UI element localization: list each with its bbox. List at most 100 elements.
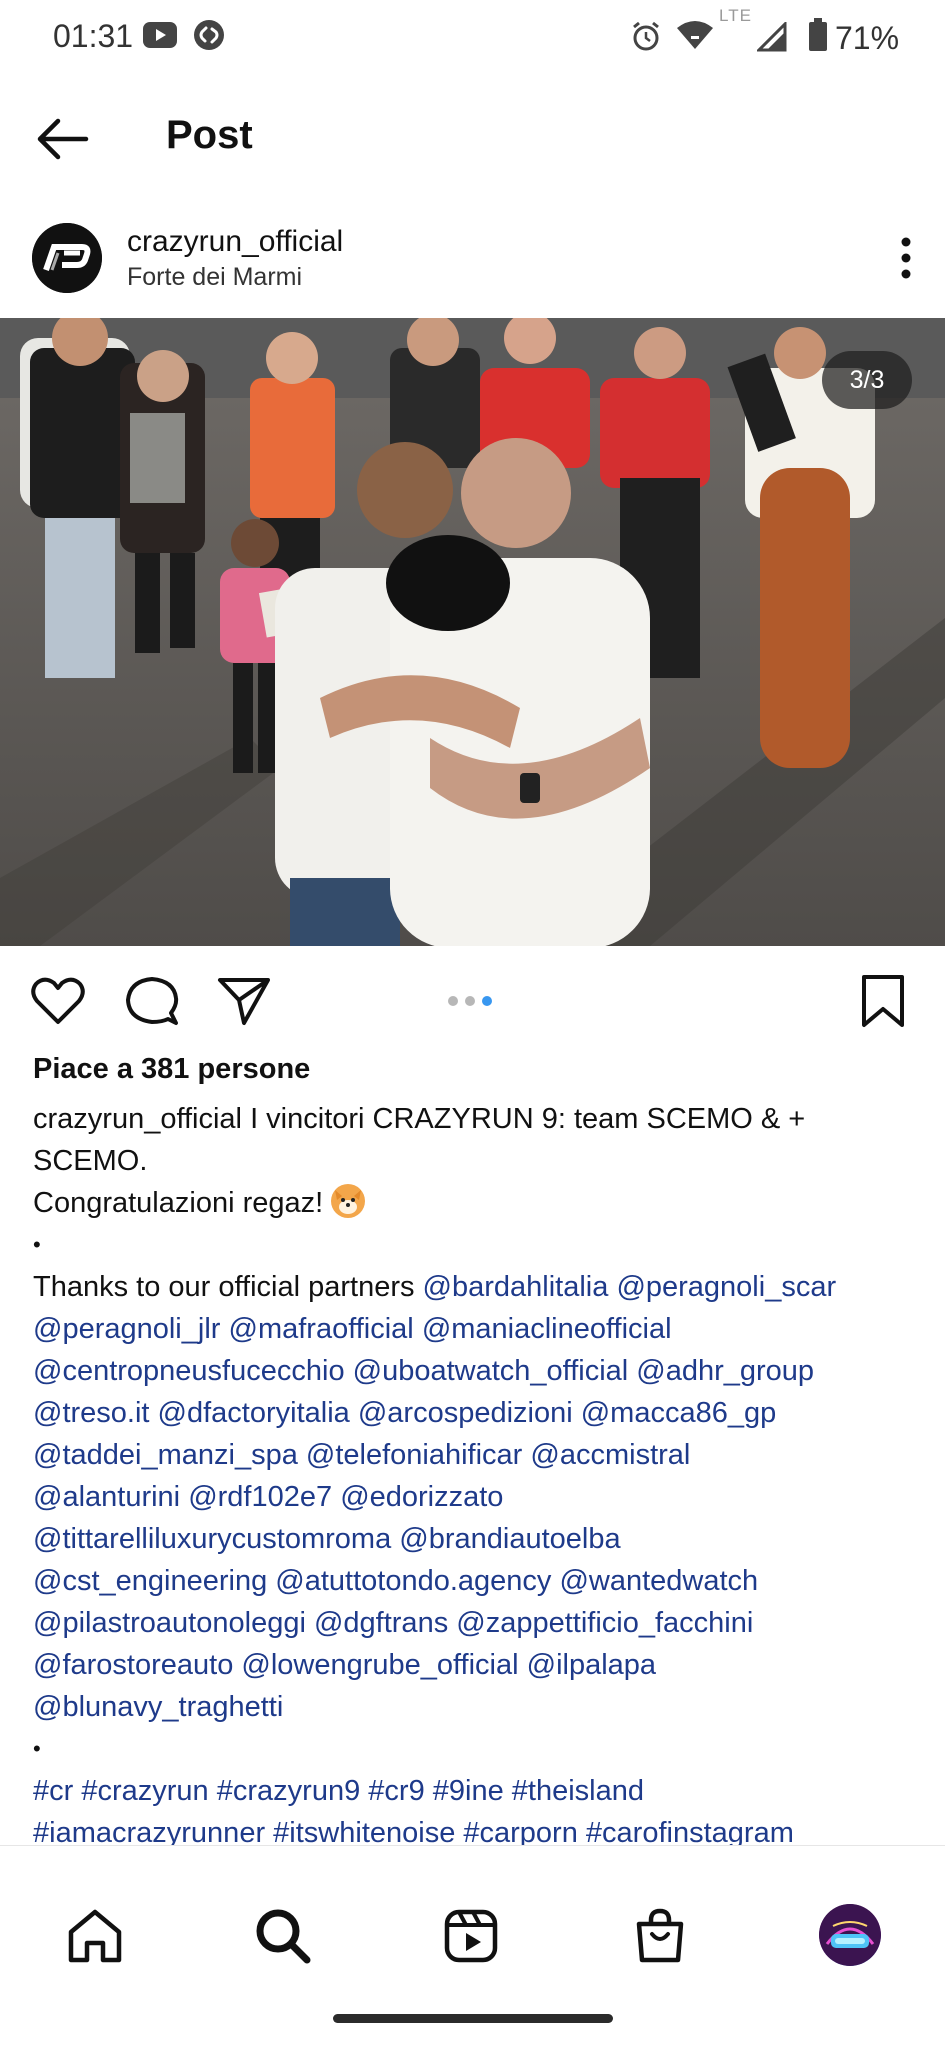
caption-bullet: • bbox=[33, 1232, 41, 1257]
mention-line: @tittarelliluxurycustomroma @brandiautoe… bbox=[33, 1518, 913, 1560]
mention-line: @taddei_manzi_spa @telefoniahificar @acc… bbox=[33, 1434, 913, 1476]
mention-line: @farostoreauto @lowengrube_official @ilp… bbox=[33, 1644, 913, 1686]
status-bar: 01:31 LTE 71% bbox=[0, 0, 945, 72]
mention-link[interactable]: @macca86_gp bbox=[581, 1397, 777, 1429]
mention-link[interactable]: @uboatwatch_official bbox=[353, 1355, 629, 1387]
post-caption: crazyrun_official I vincitori CRAZYRUN 9… bbox=[33, 1098, 913, 1896]
battery-icon bbox=[809, 18, 827, 51]
mention-link[interactable]: @dfactoryitalia bbox=[158, 1397, 350, 1429]
bottom-navigation bbox=[0, 1845, 945, 1996]
caption-username[interactable]: crazyrun_official bbox=[33, 1103, 242, 1135]
mention-line: Thanks to our official partners @bardahl… bbox=[33, 1266, 913, 1308]
mention-link[interactable]: @peragnoli_jlr bbox=[33, 1313, 220, 1345]
lte-label: LTE bbox=[719, 6, 752, 25]
mention-link[interactable]: @mafraofficial bbox=[229, 1313, 414, 1345]
mention-link[interactable]: @atuttotondo.agency bbox=[275, 1565, 551, 1597]
search-icon[interactable] bbox=[253, 1906, 313, 1966]
mention-link[interactable]: @maniaclineofficial bbox=[422, 1313, 672, 1345]
mention-link[interactable]: @telefoniahificar bbox=[306, 1439, 522, 1471]
caption-line: SCEMO. bbox=[33, 1145, 148, 1177]
post-image[interactable]: 3/3 bbox=[0, 318, 945, 946]
post-header: Post bbox=[0, 95, 945, 185]
shop-bag-icon[interactable] bbox=[630, 1906, 690, 1966]
page-title: Post bbox=[166, 113, 253, 157]
hashtag-link[interactable]: #theisland bbox=[512, 1775, 644, 1807]
mention-link[interactable]: @bardahlitalia bbox=[423, 1271, 609, 1303]
mention-link[interactable]: @tittarelliluxurycustomroma bbox=[33, 1523, 391, 1555]
shazam-icon bbox=[194, 20, 224, 50]
mention-link[interactable]: @edorizzato bbox=[340, 1481, 503, 1513]
mention-line: @centropneusfucecchio @uboatwatch_offici… bbox=[33, 1350, 913, 1392]
caption-text: Congratulazioni regaz! bbox=[33, 1187, 332, 1219]
caption-line: Congratulazioni regaz! bbox=[33, 1182, 913, 1224]
youtube-icon bbox=[143, 22, 177, 48]
author-username[interactable]: crazyrun_official bbox=[127, 225, 343, 259]
caption-bullet: • bbox=[33, 1736, 41, 1761]
mention-link[interactable]: @wantedwatch bbox=[559, 1565, 758, 1597]
carousel-dot bbox=[448, 996, 458, 1006]
comment-icon[interactable] bbox=[124, 973, 180, 1029]
image-counter: 3/3 bbox=[822, 351, 912, 409]
mention-link[interactable]: @accmistral bbox=[530, 1439, 690, 1471]
more-options-icon[interactable] bbox=[891, 235, 921, 281]
mention-link[interactable]: @dgftrans bbox=[314, 1607, 448, 1639]
mention-link[interactable]: @alanturini bbox=[33, 1481, 180, 1513]
save-bookmark-icon[interactable] bbox=[858, 973, 908, 1029]
carousel-dot bbox=[465, 996, 475, 1006]
mention-line: @alanturini @rdf102e7 @edorizzato bbox=[33, 1476, 913, 1518]
hashtag-link[interactable]: #cr bbox=[33, 1775, 73, 1807]
profile-picture bbox=[819, 1904, 881, 1966]
battery-percent: 71% bbox=[835, 20, 900, 56]
post-actions bbox=[0, 965, 945, 1035]
back-arrow-icon[interactable] bbox=[34, 115, 92, 163]
share-send-icon[interactable] bbox=[216, 973, 272, 1029]
signal-icon bbox=[757, 22, 787, 52]
mention-link[interactable]: @cst_engineering bbox=[33, 1565, 267, 1597]
mention-line: @treso.it @dfactoryitalia @arcospedizion… bbox=[33, 1392, 913, 1434]
hashtag-line: #cr #crazyrun #crazyrun9 #cr9 #9ine #the… bbox=[33, 1770, 913, 1812]
status-time: 01:31 bbox=[53, 18, 134, 54]
mention-link[interactable]: @peragnoli_scar bbox=[616, 1271, 836, 1303]
mention-link[interactable]: @taddei_manzi_spa bbox=[33, 1439, 298, 1471]
hashtag-link[interactable]: #9ine bbox=[433, 1775, 504, 1807]
partner-mentions: Thanks to our official partners @bardahl… bbox=[33, 1266, 913, 1728]
mention-link[interactable]: @centropneusfucecchio bbox=[33, 1355, 345, 1387]
photo-crowd-hug bbox=[0, 318, 945, 946]
mention-link[interactable]: @ilpalapa bbox=[527, 1649, 656, 1681]
wifi-icon bbox=[677, 21, 713, 49]
caption-text: I vincitori CRAZYRUN 9: team SCEMO & + bbox=[242, 1103, 806, 1135]
carousel-dot-active bbox=[482, 996, 492, 1006]
hashtag-link[interactable]: #crazyrun9 bbox=[217, 1775, 360, 1807]
mention-line: @peragnoli_jlr @mafraofficial @maniaclin… bbox=[33, 1308, 913, 1350]
post-location[interactable]: Forte dei Marmi bbox=[127, 263, 302, 292]
caption-line: crazyrun_official I vincitori CRAZYRUN 9… bbox=[33, 1098, 913, 1140]
dog-face-emoji-icon bbox=[331, 1184, 366, 1218]
home-icon[interactable] bbox=[65, 1906, 125, 1966]
profile-avatar[interactable] bbox=[819, 1904, 881, 1966]
mention-link[interactable]: @lowengrube_official bbox=[241, 1649, 518, 1681]
mention-link[interactable]: @pilastroautonoleggi bbox=[33, 1607, 306, 1639]
mention-link[interactable]: @rdf102e7 bbox=[188, 1481, 332, 1513]
mention-link[interactable]: @farostoreauto bbox=[33, 1649, 233, 1681]
partners-intro-text: Thanks to our official partners bbox=[33, 1271, 423, 1303]
mention-link[interactable]: @adhr_group bbox=[636, 1355, 814, 1387]
author-avatar[interactable] bbox=[32, 223, 102, 293]
crazyrun-logo-icon bbox=[32, 223, 102, 293]
mention-link[interactable]: @brandiautoelba bbox=[399, 1523, 620, 1555]
mention-link[interactable]: @arcospedizioni bbox=[358, 1397, 573, 1429]
carousel-indicator bbox=[448, 996, 498, 1008]
reels-icon[interactable] bbox=[441, 1906, 501, 1966]
hashtag-link[interactable]: #cr9 bbox=[368, 1775, 424, 1807]
like-heart-icon[interactable] bbox=[30, 973, 86, 1029]
likes-count[interactable]: Piace a 381 persone bbox=[33, 1053, 310, 1086]
post-author-row: crazyrun_official Forte dei Marmi bbox=[0, 215, 945, 305]
mention-line: @blunavy_traghetti bbox=[33, 1686, 913, 1728]
mention-line: @pilastroautonoleggi @dgftrans @zappetti… bbox=[33, 1602, 913, 1644]
mention-link[interactable]: @treso.it bbox=[33, 1397, 149, 1429]
mention-link[interactable]: @blunavy_traghetti bbox=[33, 1691, 283, 1723]
mention-link[interactable]: @zappettificio_facchini bbox=[456, 1607, 753, 1639]
home-indicator[interactable] bbox=[333, 2014, 613, 2023]
hashtag-link[interactable]: #crazyrun bbox=[81, 1775, 208, 1807]
alarm-icon bbox=[633, 21, 659, 51]
mention-line: @cst_engineering @atuttotondo.agency @wa… bbox=[33, 1560, 913, 1602]
